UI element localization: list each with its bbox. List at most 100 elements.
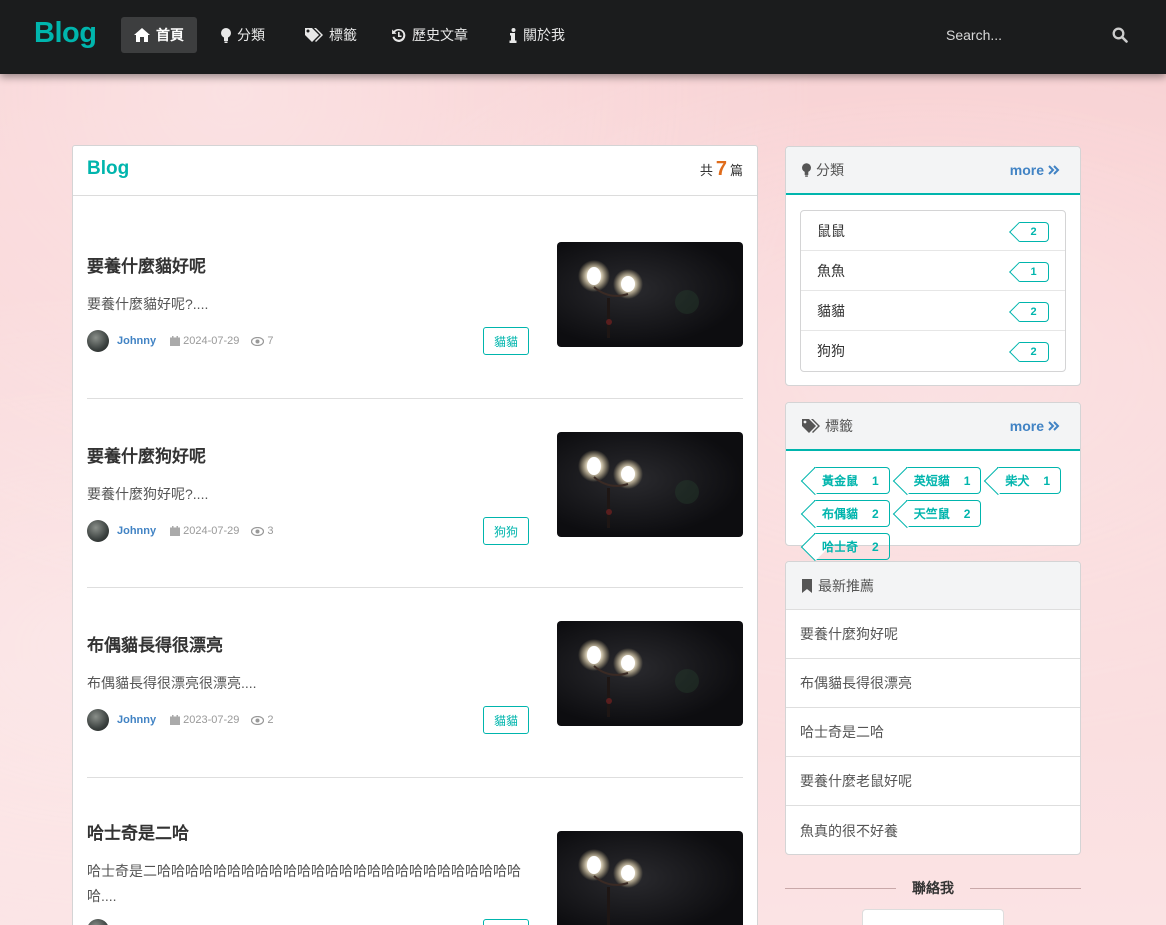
search-icon[interactable] — [1112, 27, 1128, 43]
tag-item[interactable]: 柴犬 1 — [997, 467, 1062, 494]
avatar — [87, 709, 109, 731]
post-count: 共 7 篇 — [700, 158, 743, 181]
post-category-tag[interactable]: 貓貓 — [483, 706, 530, 734]
post-meta: Johnny 2024-07-29 3 — [87, 520, 274, 542]
categories-header: 分類 more — [786, 147, 1080, 195]
tag-name: 黃金鼠 — [822, 474, 859, 488]
post-thumbnail[interactable] — [557, 831, 743, 925]
post-title[interactable]: 哈士奇是二哈 — [87, 819, 189, 844]
eye-icon — [251, 715, 265, 725]
category-item[interactable]: 狗狗 2 — [801, 331, 1065, 371]
tag-count: 2 — [963, 506, 971, 521]
recommend-item[interactable]: 魚真的很不好養 — [786, 806, 1080, 855]
nav-home-label: 首頁 — [156, 27, 184, 43]
recommend-card: 最新推薦 要養什麼狗好呢 布偶貓長得很漂亮 哈士奇是二哈 要養什麼老鼠好呢 魚真… — [785, 561, 1081, 855]
double-chevron-right-icon — [1048, 165, 1060, 175]
categories-more-link[interactable]: more — [1010, 162, 1060, 178]
post-views-count: 3 — [267, 525, 274, 537]
post-category-tag[interactable]: 狗狗 — [483, 517, 530, 545]
search-input[interactable] — [936, 27, 1096, 43]
post-divider — [87, 398, 743, 399]
street-lamp-image — [578, 450, 699, 528]
post-date-text: 2024-07-29 — [183, 335, 240, 347]
tags-more-text: more — [1009, 418, 1044, 434]
nav-tags-label: 標籤 — [329, 27, 357, 43]
contact-divider: 聯絡我 — [785, 878, 1081, 898]
post-thumbnail[interactable] — [557, 242, 743, 347]
post-views: 2 — [251, 714, 274, 726]
post-divider — [87, 587, 743, 588]
calendar-icon — [170, 336, 181, 346]
nav-history[interactable]: 歷史文章 — [378, 17, 481, 53]
nav-categories[interactable]: 分類 — [208, 17, 278, 53]
post-views: 3 — [251, 525, 274, 537]
tag-name: 柴犬 — [1005, 474, 1030, 488]
category-count-text: 1 — [1030, 266, 1037, 278]
categories-title-text: 分類 — [816, 162, 844, 178]
street-lamp-image — [578, 849, 643, 925]
tag-name: 英短貓 — [913, 474, 950, 488]
post-title[interactable]: 要養什麼貓好呢 — [87, 252, 206, 277]
history-icon — [392, 28, 406, 42]
categories-more-text: more — [1009, 162, 1044, 178]
brand-logo[interactable]: Blog — [34, 17, 97, 50]
category-name: 狗狗 — [817, 343, 845, 359]
tag-item[interactable]: 天竺鼠 2 — [905, 500, 982, 527]
recommend-item[interactable]: 要養什麼狗好呢 — [786, 610, 1080, 659]
category-item[interactable]: 鼠鼠 2 — [801, 211, 1065, 251]
categories-card: 分類 more 鼠鼠 2 魚魚 1 貓貓 2 狗狗 2 — [785, 146, 1081, 386]
recommend-item[interactable]: 要養什麼老鼠好呢 — [786, 757, 1080, 806]
recommend-header: 最新推薦 — [786, 562, 1080, 610]
tags-card: 標籤 more 黃金鼠 1 英短貓 1 柴犬 1 布偶貓 2 天竺鼠 2 哈士奇 2 — [785, 402, 1081, 560]
categories-title: 分類 — [802, 160, 844, 180]
nav-about[interactable]: 關於我 — [496, 17, 578, 53]
nav-tags[interactable]: 標籤 — [292, 17, 370, 53]
post-date: 2024-07-29 — [170, 525, 239, 537]
category-count-text: 2 — [1030, 346, 1037, 358]
tag-count: 2 — [872, 506, 879, 521]
tag-cloud: 黃金鼠 1 英短貓 1 柴犬 1 布偶貓 2 天竺鼠 2 哈士奇 2 — [786, 451, 1080, 572]
tag-item[interactable]: 英短貓 1 — [905, 467, 982, 494]
tags-icon — [305, 28, 323, 42]
post-author[interactable]: Johnny — [117, 525, 156, 537]
post-title[interactable]: 要養什麼狗好呢 — [87, 442, 206, 467]
post-author[interactable]: Johnny — [117, 714, 156, 726]
tag-name: 布偶貓 — [822, 507, 859, 521]
nav-about-label: 關於我 — [523, 27, 565, 43]
tags-more-link[interactable]: more — [1010, 418, 1060, 434]
recommend-item[interactable]: 布偶貓長得很漂亮 — [786, 659, 1080, 708]
post-thumbnail[interactable] — [557, 432, 743, 537]
bookmark-icon — [802, 578, 812, 593]
avatar — [87, 919, 109, 925]
post-title[interactable]: 布偶貓長得很漂亮 — [87, 631, 223, 656]
tags-title: 標籤 — [802, 416, 853, 436]
post-author[interactable]: Johnny — [117, 335, 156, 347]
recommend-item[interactable]: 哈士奇是二哈 — [786, 708, 1080, 757]
nav-home[interactable]: 首頁 — [121, 17, 197, 53]
tag-count: 1 — [1043, 473, 1051, 488]
post-category-tag[interactable] — [483, 919, 529, 925]
calendar-icon — [170, 526, 181, 536]
post-views-count: 2 — [267, 714, 274, 726]
contact-box — [862, 909, 1004, 925]
tags-header: 標籤 more — [786, 403, 1080, 451]
calendar-icon — [170, 715, 181, 725]
tag-item[interactable]: 黃金鼠 1 — [814, 467, 890, 494]
post-count-prefix: 共 — [699, 163, 713, 178]
avatar — [87, 330, 109, 352]
category-count: 1 — [1019, 262, 1049, 282]
post-thumbnail[interactable] — [557, 621, 743, 726]
post-list-title: Blog — [87, 158, 130, 179]
post-category-tag[interactable]: 貓貓 — [483, 327, 530, 355]
category-list: 鼠鼠 2 魚魚 1 貓貓 2 狗狗 2 — [800, 210, 1066, 372]
post-meta: Johnny 2024-07-29 7 — [87, 330, 274, 352]
post-count-number: 7 — [715, 158, 727, 180]
contact-title: 聯絡我 — [912, 880, 954, 896]
street-lamp-image — [578, 260, 699, 338]
top-navbar: Blog 首頁 分類 標籤 歷史文章 關於我 — [0, 0, 1166, 74]
tag-item[interactable]: 哈士奇 2 — [814, 533, 890, 560]
category-item[interactable]: 魚魚 1 — [801, 251, 1065, 291]
tag-item[interactable]: 布偶貓 2 — [814, 500, 890, 527]
category-item[interactable]: 貓貓 2 — [801, 291, 1065, 331]
lightbulb-icon — [221, 27, 231, 43]
